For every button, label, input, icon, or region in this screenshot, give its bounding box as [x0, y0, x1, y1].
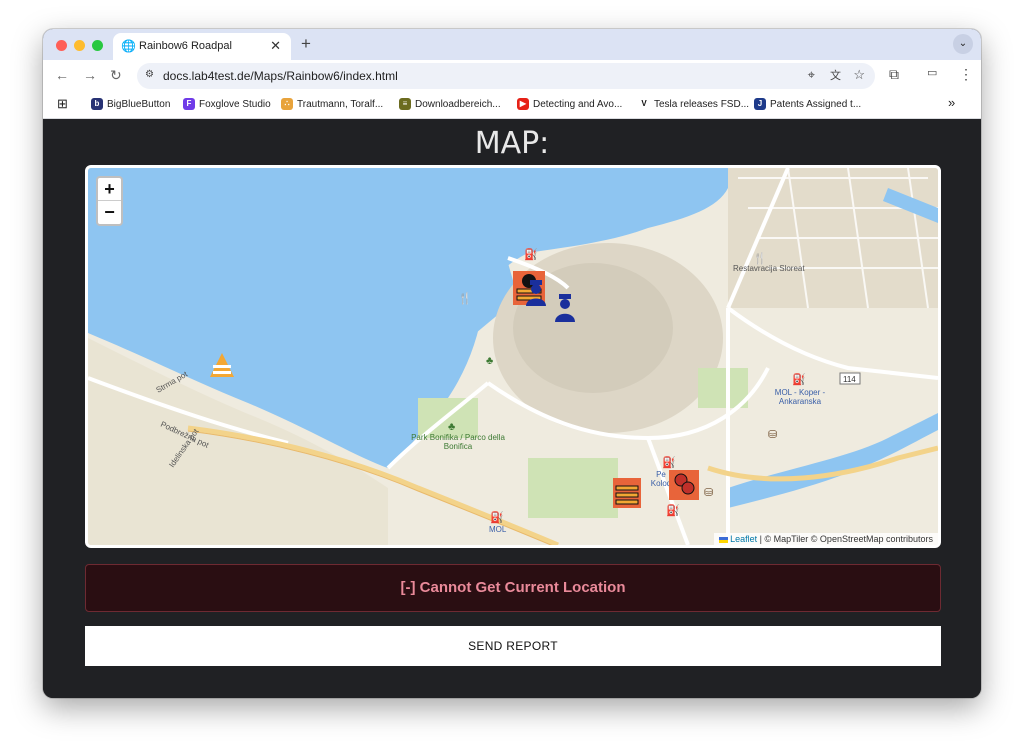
close-window-button[interactable] [56, 40, 67, 51]
map-attribution: Leaflet | © MapTiler © OpenStreetMap con… [713, 533, 938, 545]
more-bookmarks-icon[interactable]: » [948, 95, 955, 110]
traffic-jam-hazard-icon[interactable] [669, 470, 699, 500]
police-officer-icon-2[interactable] [554, 294, 576, 322]
browser-toolbar: ← → ↻ ⚙ docs.lab4test.de/Maps/Rainbow6/i… [43, 60, 981, 91]
bookmark-label: Foxglove Studio [199, 98, 271, 110]
restaurant-label: Restavracija Sloreat [733, 264, 805, 273]
forward-arrow-icon[interactable]: → [83, 67, 97, 83]
address-bar[interactable]: ⚙ docs.lab4test.de/Maps/Rainbow6/index.h… [137, 63, 875, 89]
fuel-icon-3: ⛽ [662, 457, 676, 469]
youtube-icon: ▶ [517, 98, 529, 110]
menu-kebab-icon[interactable]: ⋮ [959, 66, 973, 83]
j-logo-icon: J [754, 98, 766, 110]
apps-grid-icon[interactable]: ⊞ [57, 96, 68, 112]
bookmark-item[interactable]: ∴ Trautmann, Toralf... [281, 98, 383, 110]
browser-window: 🌐 Rainbow6 Roadpal ✕ + ⌄ ← → ↻ ⚙ docs.la… [43, 29, 981, 698]
site-settings-icon[interactable]: ⚙ [145, 69, 154, 80]
fuel-icon-4: ⛽ [666, 505, 680, 517]
bookmark-item[interactable]: b BigBlueButton [91, 98, 170, 110]
location-pin-icon[interactable]: ⌖ [808, 67, 815, 83]
fuel-icon-2: ⛽ [524, 249, 538, 261]
roadblock-barrier-icon[interactable] [613, 478, 641, 508]
minimize-window-button[interactable] [74, 40, 85, 51]
bookmark-label: BigBlueButton [107, 98, 171, 110]
ukraine-flag-icon [718, 536, 728, 543]
attribution-text: | © MapTiler © OpenStreetMap contributor… [757, 534, 933, 544]
location-error-alert: [-] Cannot Get Current Location [85, 564, 941, 612]
mol-koper-label: MOL - Koper - Ankaranska [774, 388, 826, 406]
tree-icon: ♣ [448, 421, 456, 433]
bookmark-label: Detecting and Avo... [533, 98, 623, 110]
globe-icon: 🌐 [121, 39, 136, 53]
shop-basket-icon-2: ⛁ [704, 487, 714, 499]
foxglove-icon: F [183, 98, 195, 110]
zoom-control: + − [96, 176, 123, 226]
bookmark-item[interactable]: J Patents Assigned t... [754, 98, 861, 110]
back-arrow-icon[interactable]: ← [55, 67, 69, 83]
bookmark-label: Trautmann, Toralf... [297, 98, 384, 110]
park-area-1 [698, 368, 748, 408]
bookmark-label: Patents Assigned t... [770, 98, 862, 110]
bookmark-label: Tesla releases FSD... [654, 98, 750, 110]
zoom-in-button[interactable]: + [98, 178, 121, 201]
new-tab-button[interactable]: + [301, 34, 311, 54]
close-tab-icon[interactable]: ✕ [270, 38, 281, 54]
page-content: MAP: Strma pot Podbrežna pot Idelinska p… [43, 120, 981, 698]
restaurant-icon: 🍴 [753, 253, 767, 265]
browser-tab[interactable]: 🌐 Rainbow6 Roadpal ✕ [113, 33, 291, 60]
url-text[interactable]: docs.lab4test.de/Maps/Rainbow6/index.htm… [163, 69, 398, 83]
v-logo-icon: V [638, 98, 650, 110]
restaurant-icon-2: 🍴 [458, 293, 472, 305]
extensions-icon[interactable]: ⧉ [889, 66, 899, 83]
shop-basket-icon: ⛁ [768, 429, 778, 441]
bookmark-item[interactable]: ≡ Downloadbereich... [399, 98, 501, 110]
tree-icon-2: ♣ [486, 355, 494, 367]
park-label: Park Bonifika / Parco della Bonifica [411, 433, 505, 451]
translate-icon[interactable]: 文 [830, 67, 841, 83]
police-officer-icon[interactable] [525, 280, 547, 306]
send-report-button[interactable]: SEND REPORT [85, 626, 941, 666]
bookmarks-bar: ⊞ b BigBlueButton F Foxglove Studio ∴ Trautma… [43, 91, 981, 119]
bookmark-item[interactable]: V Tesla releases FSD... [638, 98, 749, 110]
bookmark-star-icon[interactable]: ☆ [853, 67, 865, 83]
construction-warning-icon[interactable] [208, 351, 236, 379]
zoom-out-button[interactable]: − [98, 201, 121, 224]
page-title: MAP: [474, 126, 550, 161]
tab-bar: 🌐 Rainbow6 Roadpal ✕ + ⌄ [43, 29, 981, 60]
park-area-2 [528, 458, 618, 518]
profile-icon[interactable]: ▭ [927, 66, 937, 79]
archive-icon: ≡ [399, 98, 411, 110]
mol-label: MOL [489, 525, 507, 534]
bigbluebutton-icon: b [91, 98, 103, 110]
bookmark-label: Downloadbereich... [415, 98, 501, 110]
dots-icon: ∴ [281, 98, 293, 110]
map-view[interactable]: Strma pot Podbrežna pot Idelinska pot 11… [85, 165, 941, 548]
fuel-icon-1: ⛽ [792, 374, 806, 386]
tab-title: Rainbow6 Roadpal [139, 40, 232, 52]
leaflet-link[interactable]: Leaflet [730, 534, 757, 544]
maximize-window-button[interactable] [92, 40, 103, 51]
bookmark-item[interactable]: F Foxglove Studio [183, 98, 271, 110]
reload-icon[interactable]: ↻ [110, 67, 122, 84]
fuel-icon-5: ⛽ [490, 512, 504, 524]
road-number: 114 [843, 375, 856, 384]
tab-search-chevron-icon[interactable]: ⌄ [953, 34, 973, 54]
bookmark-item[interactable]: ▶ Detecting and Avo... [517, 98, 622, 110]
